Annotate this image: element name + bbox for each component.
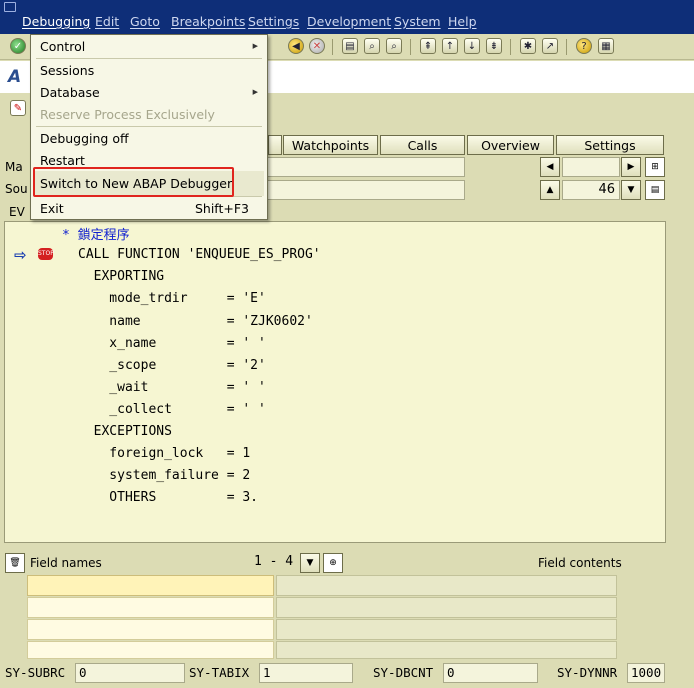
line-number-field[interactable]: 46 [562,180,620,200]
menu-item-debugging-off[interactable]: Debugging off [40,131,129,146]
tab-overview[interactable]: Overview [467,135,554,155]
tab-watchpoints[interactable]: Watchpoints [283,135,378,155]
column-field[interactable] [562,157,620,177]
code-line-5: name = 'ZJK0602' [78,314,313,329]
shortcut-icon[interactable]: ↗ [542,38,558,54]
code-line-8: _wait = ' ' [78,380,266,395]
field-names-label: Field names [30,556,102,570]
customize-layout-icon[interactable]: ▦ [598,38,614,54]
field-name-cell-3[interactable] [27,619,274,640]
find-next-icon[interactable]: ⌕ [386,38,402,54]
trash-icon[interactable]: 🗑 [5,553,25,573]
sy-dbcnt-label: SY-DBCNT [373,665,434,680]
page-title: A [8,67,22,87]
previous-page-icon[interactable]: ↑ [442,38,458,54]
menu-item-database[interactable]: Database [40,85,100,100]
scroll-down-icon[interactable]: ▼ [621,180,641,200]
find-icon[interactable]: ⌕ [364,38,380,54]
current-line-arrow-icon: ⇨ [14,246,27,264]
range-text: 1 - 4 [254,554,294,569]
field-detail-icon[interactable]: ⊕ [323,553,343,573]
field-content-cell-3[interactable] [276,619,617,640]
code-line-9: _collect = ' ' [78,402,266,417]
help-icon[interactable]: ? [576,38,592,54]
code-line-10: EXCEPTIONS [78,424,172,439]
menu-bar: Debugging Edit Goto Breakpoints Settings… [0,0,694,34]
menu-item-sessions[interactable]: Sessions [40,63,94,78]
source-field[interactable] [265,180,465,200]
menu-edit[interactable]: Edit [95,14,119,29]
scroll-right-icon[interactable]: ▶ [621,157,641,177]
cancel-icon[interactable]: ✕ [309,38,325,54]
field-content-cell-2[interactable] [276,597,617,618]
expand-icon[interactable]: ⊞ [645,157,665,177]
sy-subrc-value[interactable]: 0 [75,663,185,683]
ev-label: EV [9,205,25,219]
menu-breakpoints[interactable]: Breakpoints [171,14,245,29]
sy-dbcnt-value[interactable]: 0 [443,663,538,683]
menu-item-exit[interactable]: Exit [40,201,64,216]
enter-check-icon[interactable]: ✓ [10,38,26,54]
menu-item-restart[interactable]: Restart [40,153,85,168]
field-content-cell-4[interactable] [276,641,617,659]
next-page-icon[interactable]: ↓ [464,38,480,54]
scroll-left-icon[interactable]: ◀ [540,157,560,177]
field-name-cell-1[interactable] [27,575,274,596]
field-name-cell-2[interactable] [27,597,274,618]
code-line-6: x_name = ' ' [78,336,266,351]
sy-tabix-label: SY-TABIX [189,665,250,680]
menu-goto[interactable]: Goto [130,14,160,29]
app-toolbar-icon[interactable]: ✎ [10,100,26,116]
sou-label: Sou [5,182,28,196]
tab-settings[interactable]: Settings [556,135,664,155]
menu-debugging[interactable]: Debugging [22,14,90,29]
tab-hidden[interactable] [268,135,282,155]
sy-dynnr-value[interactable]: 1000 [627,663,665,683]
exit-shortcut: Shift+F3 [194,201,249,216]
menu-development[interactable]: Development [307,14,391,29]
range-dropdown-icon[interactable]: ▼ [300,553,320,573]
code-line-3: EXPORTING [78,269,165,284]
first-page-icon[interactable]: ⇞ [420,38,436,54]
code-line-7: _scope = '2' [78,358,266,373]
menu-settings[interactable]: Settings [248,14,299,29]
red-highlight-box [33,167,234,197]
scroll-up-icon[interactable]: ▲ [540,180,560,200]
menu-help[interactable]: Help [448,14,477,29]
print-icon[interactable]: ▤ [342,38,358,54]
sy-tabix-value[interactable]: 1 [259,663,353,683]
code-line-13: OTHERS = 3. [78,490,259,505]
menu-system[interactable]: System [394,14,441,29]
ma-label: Ma [5,160,23,174]
display-icon[interactable]: ▤ [645,180,665,200]
code-line-12: system_failure = 2 [78,468,251,483]
submenu-arrow-icon: ▶ [252,88,258,96]
code-line-1: * 鎖定程序 [62,228,130,243]
code-line-4: mode_trdir = 'E' [78,291,266,306]
ma-field[interactable] [265,157,465,177]
menu-item-control[interactable]: Control [40,39,85,54]
code-line-11: foreign_lock = 1 [78,446,251,461]
breakpoint-stop-icon[interactable]: STOP [38,248,54,260]
menu-item-reserve-process: Reserve Process Exclusively [40,107,215,122]
field-contents-label: Field contents [538,556,622,570]
sy-dynnr-label: SY-DYNNR [557,665,618,680]
window-icon[interactable] [4,2,16,12]
sy-subrc-label: SY-SUBRC [5,665,66,680]
create-session-icon[interactable]: ✱ [520,38,536,54]
field-content-cell-1[interactable] [276,575,617,596]
submenu-arrow-icon: ▶ [252,42,258,50]
back-icon[interactable]: ◀ [288,38,304,54]
field-name-cell-4[interactable] [27,641,274,659]
last-page-icon[interactable]: ⇟ [486,38,502,54]
tab-calls[interactable]: Calls [380,135,465,155]
code-line-2: CALL FUNCTION 'ENQUEUE_ES_PROG' [78,247,321,262]
